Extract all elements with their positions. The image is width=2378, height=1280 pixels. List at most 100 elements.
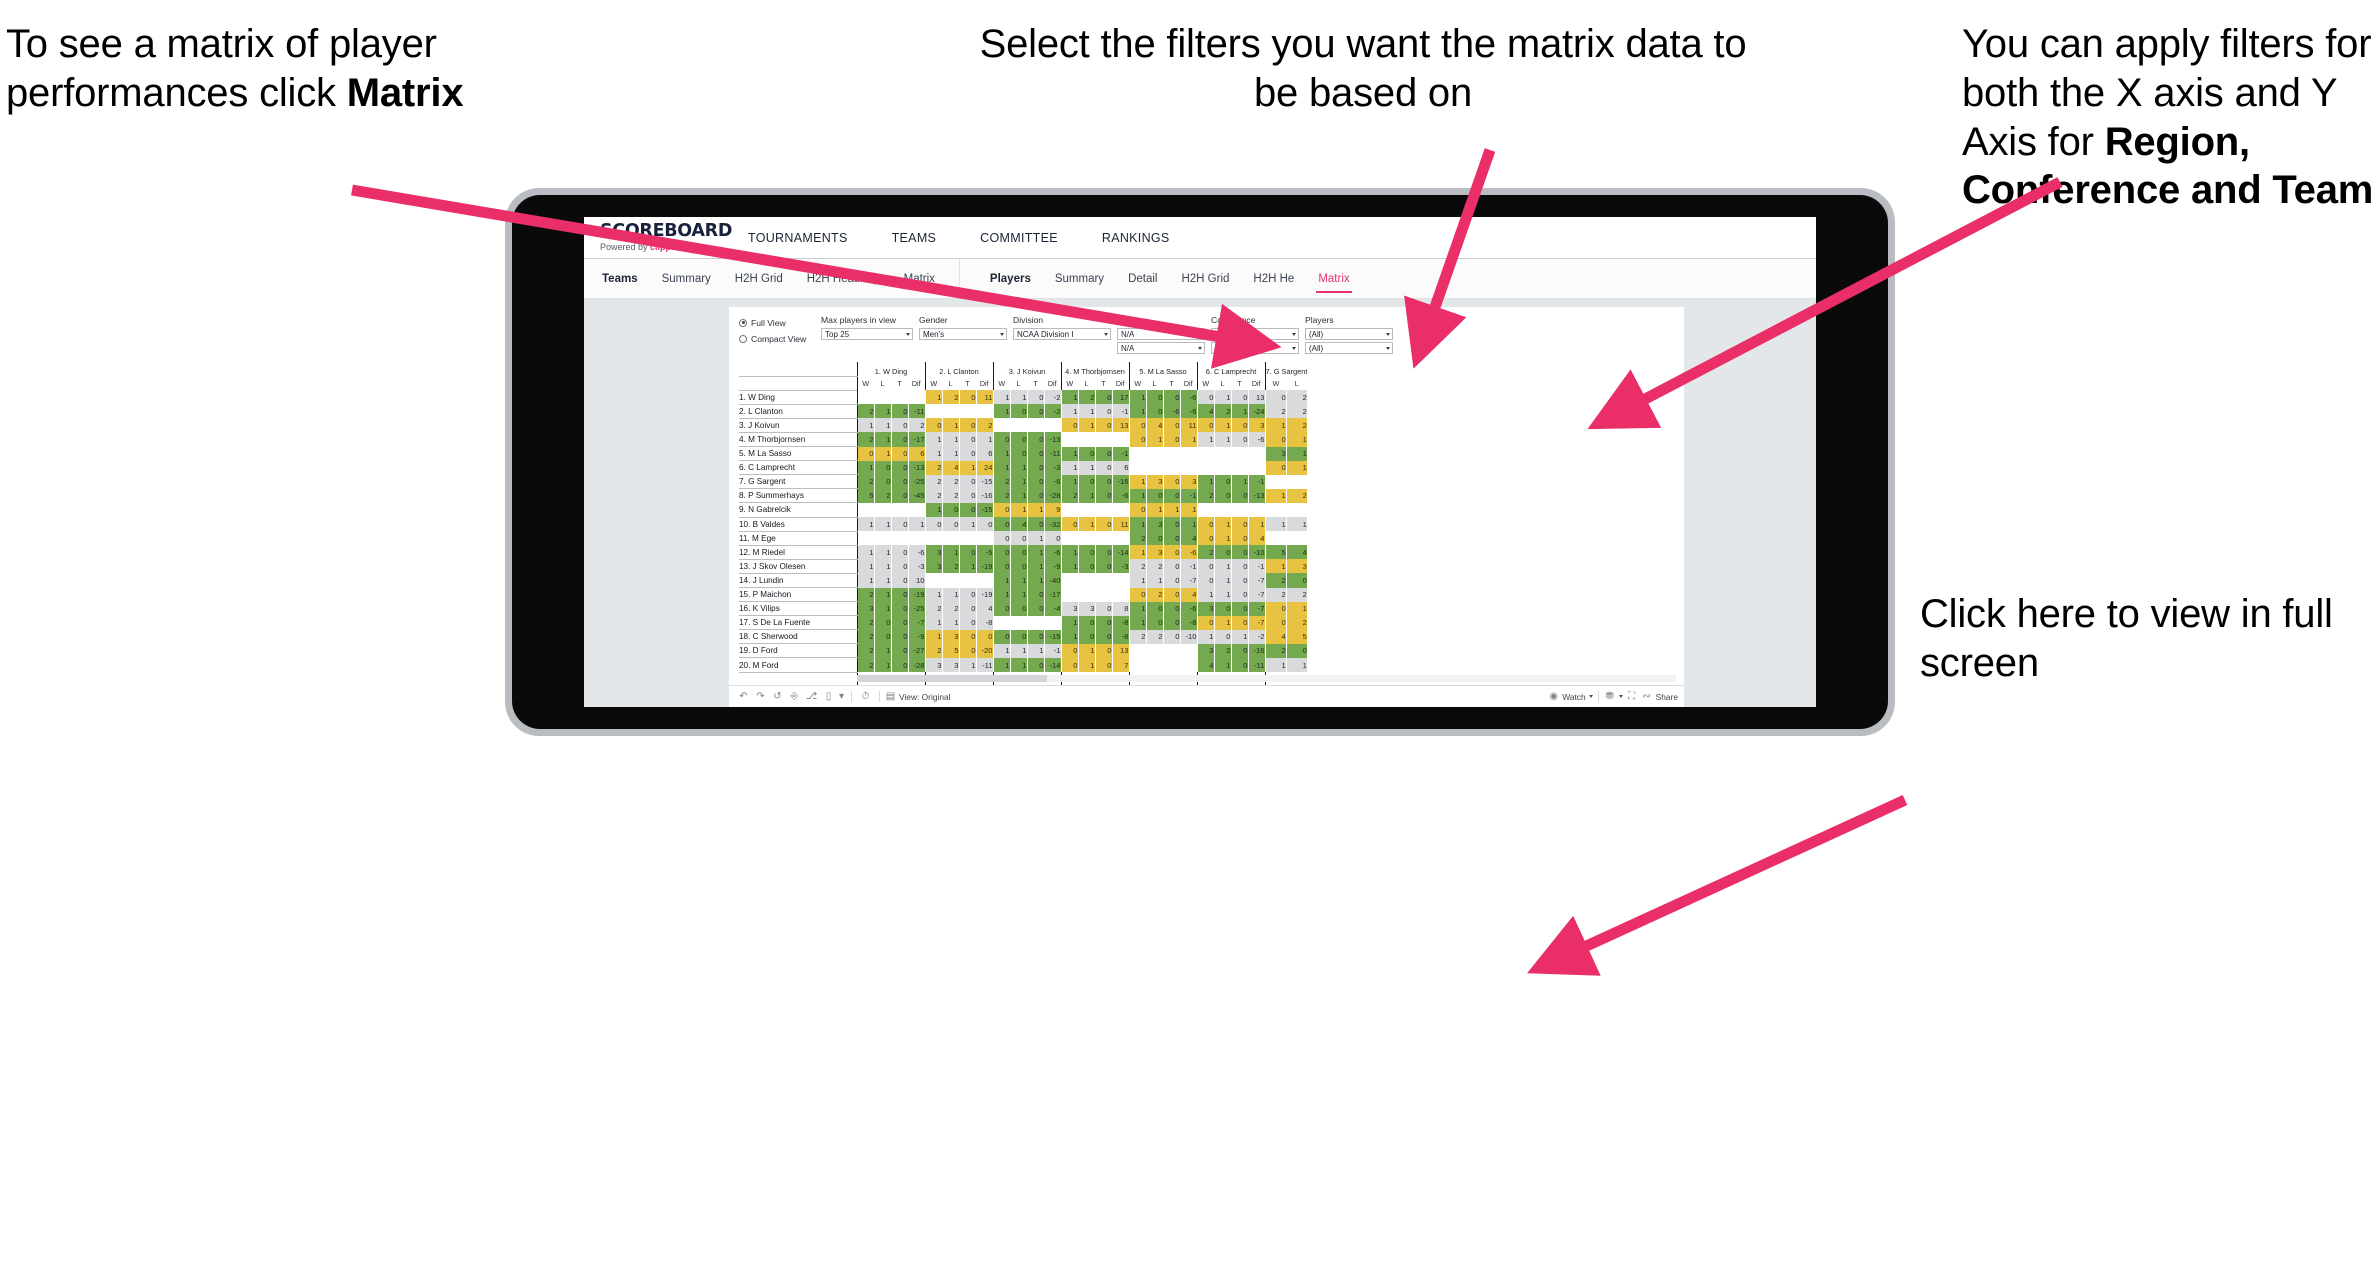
matrix-cell[interactable]: 0 (891, 517, 909, 532)
matrix-cell[interactable]: 0 (1264, 390, 1287, 405)
matrix-cell[interactable]: 0 (1010, 629, 1028, 644)
matrix-cell[interactable] (1248, 460, 1266, 475)
matrix-cell[interactable]: -1 (1112, 404, 1130, 419)
matrix-cell[interactable]: 4 (1196, 657, 1215, 673)
matrix-cell[interactable]: 9 (1044, 502, 1062, 518)
matrix-cell[interactable]: -15 (976, 502, 994, 518)
matrix-cell[interactable]: 0 (891, 545, 909, 560)
matrix-cell[interactable]: 0 (959, 545, 977, 560)
matrix-cell[interactable]: 1 (874, 446, 892, 461)
matrix-cell[interactable]: 0 (1214, 474, 1232, 489)
matrix-cell[interactable]: 1 (1128, 488, 1147, 503)
matrix-cell[interactable]: 1 (874, 657, 892, 673)
matrix-cell[interactable]: 1 (1180, 432, 1198, 447)
matrix-cell[interactable]: 0 (1163, 390, 1181, 405)
matrix-cell[interactable]: -25 (908, 474, 926, 489)
matrix-cell[interactable]: -13 (1248, 488, 1266, 503)
subnav-players-detail[interactable]: Detail (1116, 259, 1169, 299)
matrix-cell[interactable] (976, 404, 994, 419)
matrix-cell[interactable]: 1 (874, 587, 892, 602)
matrix-cell[interactable]: 1 (992, 460, 1011, 475)
matrix-cell[interactable]: 0 (992, 559, 1011, 574)
matrix-cell[interactable]: 0 (1095, 545, 1113, 560)
matrix-cell[interactable]: 1 (1264, 418, 1287, 433)
matrix-cell[interactable]: 2 (1264, 573, 1287, 588)
radio-compact-view[interactable]: Compact View (739, 332, 821, 345)
matrix-cell[interactable] (959, 404, 977, 419)
matrix-cell[interactable]: 0 (1095, 559, 1113, 574)
matrix-cell[interactable]: 0 (1060, 418, 1079, 433)
matrix-cell[interactable]: 0 (891, 615, 909, 630)
matrix-cell[interactable]: 1 (1196, 474, 1215, 489)
matrix-cell[interactable]: 0 (1078, 615, 1096, 630)
matrix-cell[interactable]: 2 (1286, 587, 1308, 602)
matrix-cell[interactable]: 0 (1146, 390, 1164, 405)
matrix-cell[interactable] (1214, 502, 1232, 518)
matrix-cell[interactable]: 1 (908, 517, 926, 532)
matrix-cell[interactable]: 1 (1286, 460, 1308, 475)
matrix-cell[interactable]: 0 (1231, 657, 1249, 673)
matrix-cell[interactable] (1146, 657, 1164, 673)
matrix-cell[interactable]: 1 (1010, 657, 1028, 673)
matrix-cell[interactable]: 0 (891, 446, 909, 461)
matrix-cell[interactable]: 0 (1264, 432, 1287, 447)
matrix-cell[interactable]: 0 (1231, 559, 1249, 574)
matrix-cell[interactable]: 1 (942, 432, 960, 447)
matrix-cell[interactable]: 0 (1060, 517, 1079, 532)
matrix-cell[interactable]: 0 (1163, 559, 1181, 574)
matrix-cell[interactable]: -28 (908, 657, 926, 673)
matrix-cell[interactable]: 1 (874, 643, 892, 658)
matrix-cell[interactable]: 1 (1286, 432, 1308, 447)
matrix-cell[interactable]: 0 (1231, 531, 1249, 546)
matrix-cell[interactable]: 1 (1078, 460, 1096, 475)
matrix-cell[interactable]: 0 (891, 418, 909, 433)
matrix-cell[interactable]: 0 (959, 432, 977, 447)
matrix-cell[interactable]: 0 (1196, 559, 1215, 574)
matrix-cell[interactable]: 0 (874, 460, 892, 475)
matrix-cell[interactable]: 0 (1027, 657, 1045, 673)
matrix-cell[interactable]: 17 (1112, 390, 1130, 405)
matrix-cell[interactable]: 1 (1060, 615, 1079, 630)
matrix-cell[interactable]: 2 (942, 390, 960, 405)
matrix-cell[interactable]: 0 (1095, 488, 1113, 503)
matrix-cell[interactable]: 0 (1027, 390, 1045, 405)
matrix-cell[interactable]: -3 (1112, 559, 1130, 574)
matrix-cell[interactable]: 0 (1027, 629, 1045, 644)
matrix-cell[interactable]: 2 (856, 657, 875, 673)
matrix-cell[interactable]: 1 (942, 446, 960, 461)
matrix-cell[interactable]: 2 (924, 488, 943, 503)
matrix-cell[interactable]: -7 (1248, 573, 1266, 588)
refresh-data-icon[interactable]: ⎆ (786, 691, 803, 702)
matrix-cell[interactable]: 0 (891, 460, 909, 475)
matrix-cell[interactable] (1231, 446, 1249, 461)
matrix-cell[interactable]: 1 (1214, 573, 1232, 588)
matrix-cell[interactable]: 0 (992, 502, 1011, 518)
topnav-item-committee[interactable]: COMMITTEE (958, 217, 1080, 259)
radio-full-view[interactable]: Full View (739, 316, 821, 329)
matrix-cell[interactable]: 0 (1231, 517, 1249, 532)
matrix-cell[interactable]: 3 (924, 559, 943, 574)
matrix-cell[interactable]: 0 (1163, 531, 1181, 546)
matrix-cell[interactable]: 13 (1112, 418, 1130, 433)
matrix-cell[interactable]: 2 (856, 615, 875, 630)
matrix-cell[interactable]: 1 (992, 446, 1011, 461)
matrix-cell[interactable]: 1 (856, 573, 875, 588)
matrix-cell[interactable]: 2 (1060, 488, 1079, 503)
matrix-cell[interactable]: 0 (891, 643, 909, 658)
matrix-cell[interactable]: 5 (942, 643, 960, 658)
matrix-cell[interactable]: 0 (1128, 587, 1147, 602)
matrix-cell[interactable]: 0 (1146, 615, 1164, 630)
matrix-cell[interactable] (1060, 432, 1079, 447)
matrix-cell[interactable]: 1 (1078, 517, 1096, 532)
matrix-cell[interactable]: 1 (1078, 418, 1096, 433)
matrix-cell[interactable]: 0 (992, 545, 1011, 560)
matrix-cell[interactable]: 3 (1078, 601, 1096, 616)
matrix-cell[interactable]: 1 (874, 517, 892, 532)
matrix-cell[interactable]: 0 (1231, 615, 1249, 630)
watch-button[interactable]: ◉ Watch (1548, 691, 1593, 702)
matrix-cell[interactable] (1078, 587, 1096, 602)
matrix-cell[interactable]: 2 (1196, 545, 1215, 560)
matrix-cell[interactable]: -10 (1248, 545, 1266, 560)
matrix-cell[interactable]: 0 (1146, 601, 1164, 616)
matrix-cell[interactable]: 1 (1078, 488, 1096, 503)
